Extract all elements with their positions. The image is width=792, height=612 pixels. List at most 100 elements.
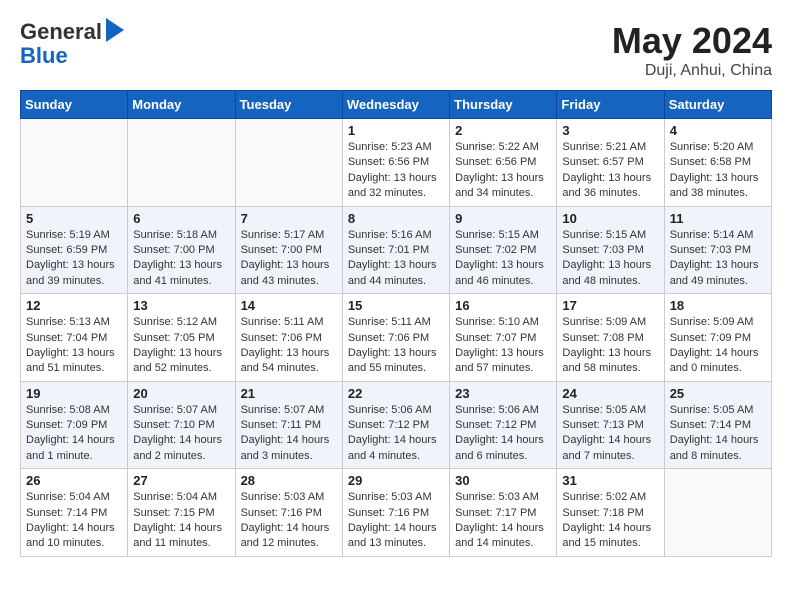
- day-number: 18: [670, 298, 766, 313]
- calendar-cell: 14 Sunrise: 5:11 AMSunset: 7:06 PMDayligh…: [235, 294, 342, 382]
- calendar-cell: 7 Sunrise: 5:17 AMSunset: 7:00 PMDaylight…: [235, 206, 342, 294]
- cell-info: Sunrise: 5:04 AMSunset: 7:15 PMDaylight:…: [133, 490, 229, 552]
- cell-info: Sunrise: 5:19 AMSunset: 6:59 PMDaylight:…: [26, 228, 122, 290]
- calendar-cell: 4 Sunrise: 5:20 AMSunset: 6:58 PMDaylight…: [664, 119, 771, 207]
- cell-info: Sunrise: 5:13 AMSunset: 7:04 PMDaylight:…: [26, 315, 122, 377]
- calendar-cell: 10 Sunrise: 5:15 AMSunset: 7:03 PMDayligh…: [557, 206, 664, 294]
- day-number: 4: [670, 123, 766, 138]
- calendar-cell: [128, 119, 235, 207]
- calendar-cell: [235, 119, 342, 207]
- calendar-cell: 25 Sunrise: 5:05 AMSunset: 7:14 PMDayligh…: [664, 381, 771, 469]
- cell-info: Sunrise: 5:05 AMSunset: 7:14 PMDaylight:…: [670, 403, 766, 465]
- calendar-cell: 2Sunrise: 5:22 AMSunset: 6:56 PMDaylight…: [450, 119, 557, 207]
- day-number: 9: [455, 211, 551, 226]
- cell-info: Sunrise: 5:11 AMSunset: 7:06 PMDaylight:…: [241, 315, 337, 377]
- cell-info: Sunrise: 5:15 AMSunset: 7:02 PMDaylight:…: [455, 228, 551, 290]
- cell-info: Sunrise: 5:22 AMSunset: 6:56 PMDaylight:…: [455, 140, 551, 202]
- cell-info: Sunrise: 5:23 AMSunset: 6:56 PMDaylight:…: [348, 140, 444, 202]
- cell-info: Sunrise: 5:03 AMSunset: 7:16 PMDaylight:…: [348, 490, 444, 552]
- day-of-week-header: Friday: [557, 91, 664, 119]
- day-of-week-header: Tuesday: [235, 91, 342, 119]
- calendar-cell: 28Sunrise: 5:03 AMSunset: 7:16 PMDayligh…: [235, 469, 342, 557]
- day-of-week-header: Wednesday: [342, 91, 449, 119]
- logo-blue: Blue: [20, 43, 68, 68]
- day-number: 30: [455, 473, 551, 488]
- calendar-header-row: SundayMondayTuesdayWednesdayThursdayFrid…: [21, 91, 772, 119]
- day-number: 1: [348, 123, 444, 138]
- day-number: 5: [26, 211, 122, 226]
- calendar-week-row: 12Sunrise: 5:13 AMSunset: 7:04 PMDayligh…: [21, 294, 772, 382]
- calendar-cell: 12Sunrise: 5:13 AMSunset: 7:04 PMDayligh…: [21, 294, 128, 382]
- calendar-cell: 17Sunrise: 5:09 AMSunset: 7:08 PMDayligh…: [557, 294, 664, 382]
- calendar-cell: 8 Sunrise: 5:16 AMSunset: 7:01 PMDaylight…: [342, 206, 449, 294]
- calendar-cell: 19 Sunrise: 5:08 AMSunset: 7:09 PMDayligh…: [21, 381, 128, 469]
- calendar-cell: 9 Sunrise: 5:15 AMSunset: 7:02 PMDaylight…: [450, 206, 557, 294]
- calendar-week-row: 1 Sunrise: 5:23 AMSunset: 6:56 PMDaylight…: [21, 119, 772, 207]
- day-number: 23: [455, 386, 551, 401]
- cell-info: Sunrise: 5:03 AMSunset: 7:16 PMDaylight:…: [241, 490, 337, 552]
- calendar-cell: 31Sunrise: 5:02 AMSunset: 7:18 PMDayligh…: [557, 469, 664, 557]
- cell-info: Sunrise: 5:03 AMSunset: 7:17 PMDaylight:…: [455, 490, 551, 552]
- day-number: 8: [348, 211, 444, 226]
- calendar-cell: 29 Sunrise: 5:03 AMSunset: 7:16 PMDayligh…: [342, 469, 449, 557]
- page-header: General Blue May 2024 Duji, Anhui, China: [20, 20, 772, 80]
- cell-info: Sunrise: 5:07 AMSunset: 7:10 PMDaylight:…: [133, 403, 229, 465]
- calendar-cell: 3Sunrise: 5:21 AMSunset: 6:57 PMDaylight…: [557, 119, 664, 207]
- day-of-week-header: Monday: [128, 91, 235, 119]
- calendar-table: SundayMondayTuesdayWednesdayThursdayFrid…: [20, 90, 772, 557]
- calendar-cell: 30 Sunrise: 5:03 AMSunset: 7:17 PMDayligh…: [450, 469, 557, 557]
- calendar-cell: [664, 469, 771, 557]
- day-number: 29: [348, 473, 444, 488]
- cell-info: Sunrise: 5:16 AMSunset: 7:01 PMDaylight:…: [348, 228, 444, 290]
- day-of-week-header: Thursday: [450, 91, 557, 119]
- logo-general: General: [20, 20, 102, 44]
- cell-info: Sunrise: 5:10 AMSunset: 7:07 PMDaylight:…: [455, 315, 551, 377]
- day-number: 7: [241, 211, 337, 226]
- calendar-cell: 16 Sunrise: 5:10 AMSunset: 7:07 PMDayligh…: [450, 294, 557, 382]
- day-number: 19: [26, 386, 122, 401]
- cell-info: Sunrise: 5:07 AMSunset: 7:11 PMDaylight:…: [241, 403, 337, 465]
- cell-info: Sunrise: 5:15 AMSunset: 7:03 PMDaylight:…: [562, 228, 658, 290]
- calendar-cell: 18 Sunrise: 5:09 AMSunset: 7:09 PMDayligh…: [664, 294, 771, 382]
- calendar-cell: 20 Sunrise: 5:07 AMSunset: 7:10 PMDayligh…: [128, 381, 235, 469]
- day-of-week-header: Saturday: [664, 91, 771, 119]
- calendar-cell: 15Sunrise: 5:11 AMSunset: 7:06 PMDayligh…: [342, 294, 449, 382]
- calendar-cell: 26 Sunrise: 5:04 AMSunset: 7:14 PMDayligh…: [21, 469, 128, 557]
- day-number: 26: [26, 473, 122, 488]
- calendar-cell: 1 Sunrise: 5:23 AMSunset: 6:56 PMDaylight…: [342, 119, 449, 207]
- cell-info: Sunrise: 5:09 AMSunset: 7:09 PMDaylight:…: [670, 315, 766, 377]
- cell-info: Sunrise: 5:08 AMSunset: 7:09 PMDaylight:…: [26, 403, 122, 465]
- cell-info: Sunrise: 5:18 AMSunset: 7:00 PMDaylight:…: [133, 228, 229, 290]
- cell-info: Sunrise: 5:04 AMSunset: 7:14 PMDaylight:…: [26, 490, 122, 552]
- title-block: May 2024 Duji, Anhui, China: [612, 20, 772, 80]
- cell-info: Sunrise: 5:20 AMSunset: 6:58 PMDaylight:…: [670, 140, 766, 202]
- calendar-week-row: 5 Sunrise: 5:19 AMSunset: 6:59 PMDaylight…: [21, 206, 772, 294]
- logo: General Blue: [20, 20, 124, 68]
- cell-info: Sunrise: 5:06 AMSunset: 7:12 PMDaylight:…: [455, 403, 551, 465]
- cell-info: Sunrise: 5:12 AMSunset: 7:05 PMDaylight:…: [133, 315, 229, 377]
- calendar-cell: 21 Sunrise: 5:07 AMSunset: 7:11 PMDayligh…: [235, 381, 342, 469]
- day-number: 21: [241, 386, 337, 401]
- day-number: 13: [133, 298, 229, 313]
- cell-info: Sunrise: 5:05 AMSunset: 7:13 PMDaylight:…: [562, 403, 658, 465]
- day-number: 16: [455, 298, 551, 313]
- day-number: 20: [133, 386, 229, 401]
- cell-info: Sunrise: 5:17 AMSunset: 7:00 PMDaylight:…: [241, 228, 337, 290]
- day-number: 10: [562, 211, 658, 226]
- day-number: 6: [133, 211, 229, 226]
- day-number: 3: [562, 123, 658, 138]
- calendar-cell: 5 Sunrise: 5:19 AMSunset: 6:59 PMDaylight…: [21, 206, 128, 294]
- day-number: 22: [348, 386, 444, 401]
- cell-info: Sunrise: 5:02 AMSunset: 7:18 PMDaylight:…: [562, 490, 658, 552]
- calendar-week-row: 19 Sunrise: 5:08 AMSunset: 7:09 PMDayligh…: [21, 381, 772, 469]
- calendar-week-row: 26 Sunrise: 5:04 AMSunset: 7:14 PMDayligh…: [21, 469, 772, 557]
- calendar-cell: 6 Sunrise: 5:18 AMSunset: 7:00 PMDaylight…: [128, 206, 235, 294]
- calendar-cell: 24 Sunrise: 5:05 AMSunset: 7:13 PMDayligh…: [557, 381, 664, 469]
- day-number: 25: [670, 386, 766, 401]
- day-number: 14: [241, 298, 337, 313]
- day-number: 24: [562, 386, 658, 401]
- cell-info: Sunrise: 5:06 AMSunset: 7:12 PMDaylight:…: [348, 403, 444, 465]
- logo-arrow-icon: [106, 18, 124, 42]
- location: Duji, Anhui, China: [612, 62, 772, 80]
- month-title: May 2024: [612, 20, 772, 62]
